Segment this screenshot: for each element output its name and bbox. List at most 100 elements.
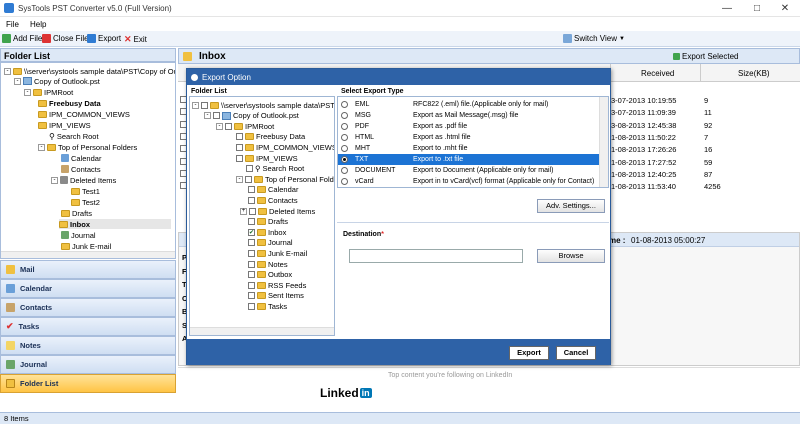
dialog-tree-checkbox[interactable] [245, 175, 252, 183]
dialog-tree-checkbox[interactable] [248, 302, 255, 310]
collapse-icon[interactable]: - [24, 88, 31, 96]
dialog-tree-checkbox[interactable] [236, 143, 243, 151]
dialog-tree-checkbox[interactable]: ✔ [248, 228, 255, 236]
collapse-icon[interactable]: - [204, 112, 211, 120]
cancel-button[interactable]: Cancel [556, 346, 596, 360]
export-type-option[interactable]: MSG Export as Mail Message(.msg) file [338, 110, 600, 121]
tree-item-ipmroot[interactable]: - IPMRoot [24, 87, 73, 97]
col-size[interactable]: Size(KB) [738, 69, 770, 78]
close-file-button[interactable]: Close File [42, 34, 89, 43]
dialog-tree-item[interactable]: - \\server\systools sample data\PST\ [192, 100, 334, 110]
dialog-tree-checkbox[interactable] [248, 260, 255, 268]
dialog-tree-item[interactable]: Tasks [248, 301, 287, 311]
dialog-tree-scrollbar[interactable] [190, 327, 334, 335]
close-window-button[interactable]: ✕ [770, 0, 800, 17]
collapse-icon[interactable]: - [4, 67, 11, 75]
dialog-tree-checkbox[interactable] [248, 249, 255, 257]
dialog-tree-item[interactable]: + Deleted Items [240, 206, 315, 216]
dialog-tree-checkbox[interactable] [248, 186, 255, 194]
export-type-radio[interactable] [341, 156, 348, 163]
add-file-button[interactable]: Add File [2, 34, 42, 43]
export-type-option[interactable]: TXT Export to .txt file [338, 154, 600, 165]
browse-button[interactable]: Browse [537, 249, 605, 263]
tree-item-drafts[interactable]: Drafts [61, 208, 92, 218]
dialog-tree-item[interactable]: Sent Items [248, 291, 304, 301]
export-type-option[interactable]: DOCUMENT Export to Document (Applicable o… [338, 165, 600, 176]
adv-settings-button[interactable]: Adv. Settings... [537, 199, 605, 213]
export-type-option[interactable]: MHT Export to .mht file [338, 143, 600, 154]
dialog-tree-item[interactable]: ⚲ Search Root [246, 164, 304, 174]
export-type-radio[interactable] [341, 101, 348, 108]
switch-view-button[interactable]: Switch View ▼ [563, 34, 625, 43]
dialog-tree-item[interactable]: - Copy of Outlook.pst [204, 111, 299, 121]
tree-item-contacts[interactable]: Contacts [61, 164, 101, 174]
dialog-tree-checkbox[interactable] [248, 196, 255, 204]
nav-journal[interactable]: Journal [0, 355, 176, 374]
collapse-icon[interactable]: - [192, 101, 199, 109]
export-confirm-button[interactable]: Export [509, 346, 549, 360]
export-type-radio[interactable] [341, 134, 348, 141]
dialog-tree-checkbox[interactable] [248, 239, 255, 247]
tree-item-deleted[interactable]: - Deleted Items [51, 175, 116, 185]
dialog-tree-checkbox[interactable] [248, 281, 255, 289]
collapse-icon[interactable]: - [236, 175, 243, 183]
menu-help[interactable]: Help [30, 20, 46, 29]
export-type-radio[interactable] [341, 123, 348, 130]
tree-item-pst[interactable]: - Copy of Outlook.pst [14, 76, 100, 86]
dialog-tree-item[interactable]: Notes [248, 259, 288, 269]
export-type-radio[interactable] [341, 145, 348, 152]
collapse-icon[interactable]: - [51, 176, 58, 184]
dialog-tree-item[interactable]: IPM_VIEWS [236, 153, 298, 163]
nav-calendar[interactable]: Calendar [0, 279, 176, 298]
dialog-tree-checkbox[interactable] [248, 271, 255, 279]
tree-item-freebusy[interactable]: Freebusy Data [38, 98, 101, 108]
tree-item-test1[interactable]: Test1 [71, 186, 100, 196]
collapse-icon[interactable]: - [14, 77, 21, 85]
tree-item-junk[interactable]: Junk E-mail [61, 241, 111, 251]
export-type-option[interactable]: EML RFC822 (.eml) file.(Applicable only f… [338, 99, 600, 110]
dialog-tree-checkbox[interactable] [248, 292, 255, 300]
tree-item-ipm-views[interactable]: IPM_VIEWS [38, 120, 91, 130]
maximize-button[interactable]: □ [742, 0, 772, 17]
export-type-option[interactable]: vCard Export in to vCard(vcf) format (App… [338, 176, 600, 187]
tree-item-ipm-common-views[interactable]: IPM_COMMON_VIEWS [38, 109, 130, 119]
export-type-scrollbar[interactable] [599, 97, 608, 187]
dialog-tree-checkbox[interactable] [249, 207, 256, 215]
tree-item-server-path[interactable]: - \\server\systools sample data\PST\Copy… [4, 66, 175, 76]
tree-item-inbox[interactable]: Inbox [59, 219, 171, 229]
dialog-tree-item[interactable]: Drafts [248, 217, 288, 227]
dialog-tree-item[interactable]: RSS Feeds [248, 280, 306, 290]
export-type-option[interactable]: HTML Export as .html file [338, 132, 600, 143]
dialog-tree-item[interactable]: Freebusy Data [236, 132, 305, 142]
menu-file[interactable]: File [6, 20, 19, 29]
nav-contacts[interactable]: Contacts [0, 298, 176, 317]
dialog-tree-item[interactable]: Outbox [248, 270, 292, 280]
dialog-tree-item[interactable]: Junk E-mail [248, 248, 307, 258]
tree-item-calendar[interactable]: Calendar [61, 153, 101, 163]
nav-tasks[interactable]: ✔ Tasks [0, 317, 176, 336]
destination-input[interactable] [349, 249, 523, 263]
dialog-tree-item[interactable]: IPM_COMMON_VIEWS [236, 142, 334, 152]
tree-item-top-personal[interactable]: - Top of Personal Folders [38, 142, 137, 152]
dialog-tree-item[interactable]: Calendar [248, 185, 298, 195]
dialog-tree-item[interactable]: ✔ Inbox [248, 227, 286, 237]
dialog-tree-item[interactable]: Journal [248, 238, 293, 248]
expand-icon[interactable]: + [240, 207, 247, 215]
collapse-icon[interactable]: - [38, 143, 45, 151]
dialog-tree-checkbox[interactable] [236, 133, 243, 141]
dialog-tree-checkbox[interactable] [248, 218, 255, 226]
dialog-tree-item[interactable]: - IPMRoot [216, 121, 274, 131]
dialog-tree-checkbox[interactable] [213, 112, 220, 120]
dialog-tree-checkbox[interactable] [201, 101, 208, 109]
tree-item-journal[interactable]: Journal [61, 230, 96, 240]
dialog-tree-item[interactable]: Contacts [248, 195, 298, 205]
dialog-tree-item[interactable]: - Top of Personal Folders [236, 174, 334, 184]
col-received[interactable]: Received [641, 69, 674, 78]
export-button[interactable]: Export [87, 34, 121, 43]
export-selected-button[interactable]: Export Selected [673, 52, 738, 61]
nav-folder-list[interactable]: Folder List [0, 374, 176, 393]
nav-mail[interactable]: Mail [0, 260, 176, 279]
dialog-tree-checkbox[interactable] [225, 122, 232, 130]
export-type-option[interactable]: PDF Export as .pdf file [338, 121, 600, 132]
tree-item-test2[interactable]: Test2 [71, 197, 100, 207]
